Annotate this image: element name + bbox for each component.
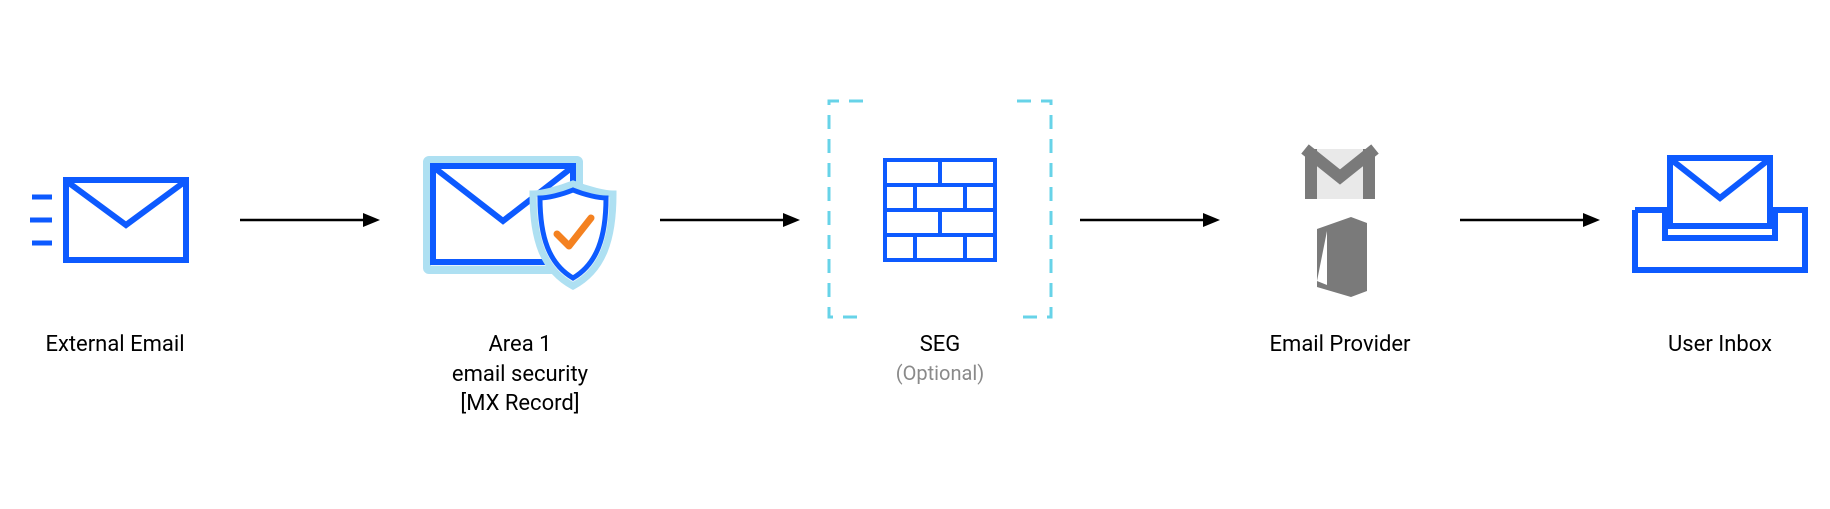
seg-firewall-icon xyxy=(815,100,1065,320)
inbox-icon xyxy=(1625,120,1815,320)
arrow-3 xyxy=(1070,120,1230,320)
label-area1-line1: Area 1 xyxy=(488,332,551,357)
label-area1: Area 1 email security [MX Record] xyxy=(452,330,588,419)
node-email-provider: Email Provider xyxy=(1230,120,1450,360)
arrow-1 xyxy=(230,120,390,320)
label-inbox: User Inbox xyxy=(1668,330,1772,360)
flow-row: External Email xyxy=(0,120,1830,419)
node-area1-security: Area 1 email security [MX Record] xyxy=(390,120,650,419)
external-email-icon xyxy=(30,120,200,320)
label-provider: Email Provider xyxy=(1270,330,1411,360)
shield-envelope-icon xyxy=(415,120,625,320)
label-external-email: External Email xyxy=(45,330,184,360)
node-seg: SEG (Optional) xyxy=(810,120,1070,387)
node-external-email: External Email xyxy=(0,120,230,360)
label-seg-sub: (Optional) xyxy=(896,360,984,387)
arrow-2 xyxy=(650,120,810,320)
node-user-inbox: User Inbox xyxy=(1610,120,1830,360)
gmail-icon xyxy=(1305,149,1375,199)
label-area1-line3: [MX Record] xyxy=(460,391,579,416)
arrow-4 xyxy=(1450,120,1610,320)
label-area1-line2: email security xyxy=(452,362,588,387)
label-seg: SEG (Optional) xyxy=(896,330,984,387)
provider-icons xyxy=(1285,120,1395,320)
office-icon xyxy=(1317,217,1367,297)
email-flow-diagram: External Email xyxy=(0,0,1830,509)
label-seg-main: SEG xyxy=(920,332,961,357)
